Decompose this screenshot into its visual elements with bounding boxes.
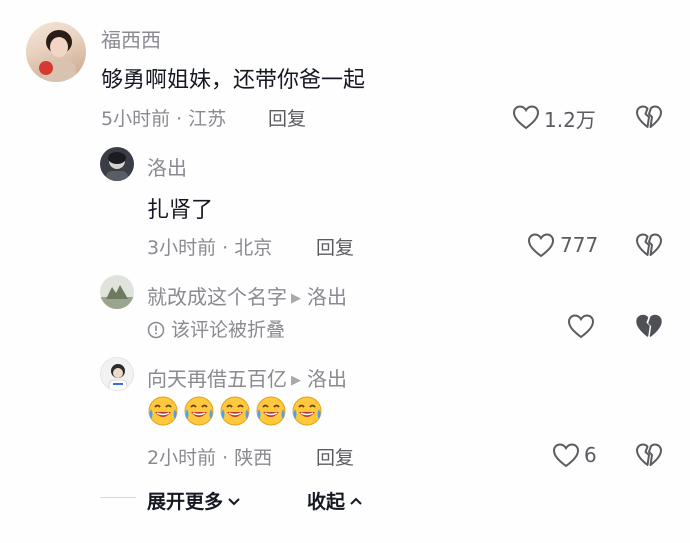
chevron-up-icon [349, 496, 363, 506]
expand-more-button[interactable]: 展开更多 [147, 487, 241, 514]
reply-button[interactable]: 回复 [316, 233, 354, 260]
laughing-crying-emoji [291, 395, 323, 427]
laughing-crying-emoji [255, 395, 287, 427]
comment-meta: 2小时前 · 陕西 [147, 447, 273, 469]
divider [100, 497, 136, 498]
laughing-crying-emoji [183, 395, 215, 427]
reply-arrow-icon: ▶ [291, 291, 301, 306]
reply-button[interactable]: 回复 [316, 443, 354, 470]
reply-arrow-icon: ▶ [291, 373, 301, 388]
avatar[interactable] [100, 147, 134, 181]
reply-header: 向天再借五百亿 ▶ 洛出 [147, 363, 347, 392]
comment-username[interactable]: 就改成这个名字 [147, 285, 287, 309]
like-count: 1.2万 [544, 108, 596, 132]
heart-icon[interactable] [527, 232, 555, 258]
chevron-down-icon [227, 497, 241, 507]
expand-more-label: 展开更多 [147, 491, 224, 513]
collapse-button[interactable]: 收起 [307, 487, 363, 514]
avatar[interactable] [100, 275, 134, 309]
heart-icon[interactable] [512, 104, 540, 130]
folded-text[interactable]: 该评论被折叠 [171, 319, 285, 341]
reply-header: 就改成这个名字 ▶ 洛出 [147, 281, 347, 310]
reply-button[interactable]: 回复 [268, 104, 306, 131]
collapse-label: 收起 [307, 491, 346, 513]
comment-text: 扎肾了 [147, 198, 214, 223]
avatar[interactable] [100, 357, 134, 391]
info-circle-icon [147, 321, 165, 339]
comment-username[interactable]: 洛出 [147, 152, 187, 181]
broken-heart-filled-icon[interactable] [635, 313, 663, 339]
heart-icon[interactable] [567, 313, 595, 339]
comment-username[interactable]: 向天再借五百亿 [147, 367, 287, 391]
avatar[interactable] [26, 22, 86, 82]
like-count: 6 [584, 443, 597, 467]
broken-heart-icon[interactable] [635, 104, 663, 130]
comment-meta: 3小时前 · 北京 [147, 237, 273, 259]
broken-heart-icon[interactable] [635, 442, 663, 468]
reply-to-username[interactable]: 洛出 [307, 367, 347, 391]
heart-icon[interactable] [552, 442, 580, 468]
like-count: 777 [560, 233, 599, 257]
folded-notice: 该评论被折叠 [147, 315, 285, 342]
comment-text: 够勇啊姐妹，还带你爸一起 [101, 68, 366, 93]
reply-to-username[interactable]: 洛出 [307, 285, 347, 309]
comment-meta: 5小时前 · 江苏 [101, 108, 227, 130]
laughing-crying-emoji [219, 395, 251, 427]
emoji-row [147, 395, 327, 431]
laughing-crying-emoji [147, 395, 179, 427]
comment-username[interactable]: 福西西 [101, 24, 161, 53]
broken-heart-icon[interactable] [635, 232, 663, 258]
